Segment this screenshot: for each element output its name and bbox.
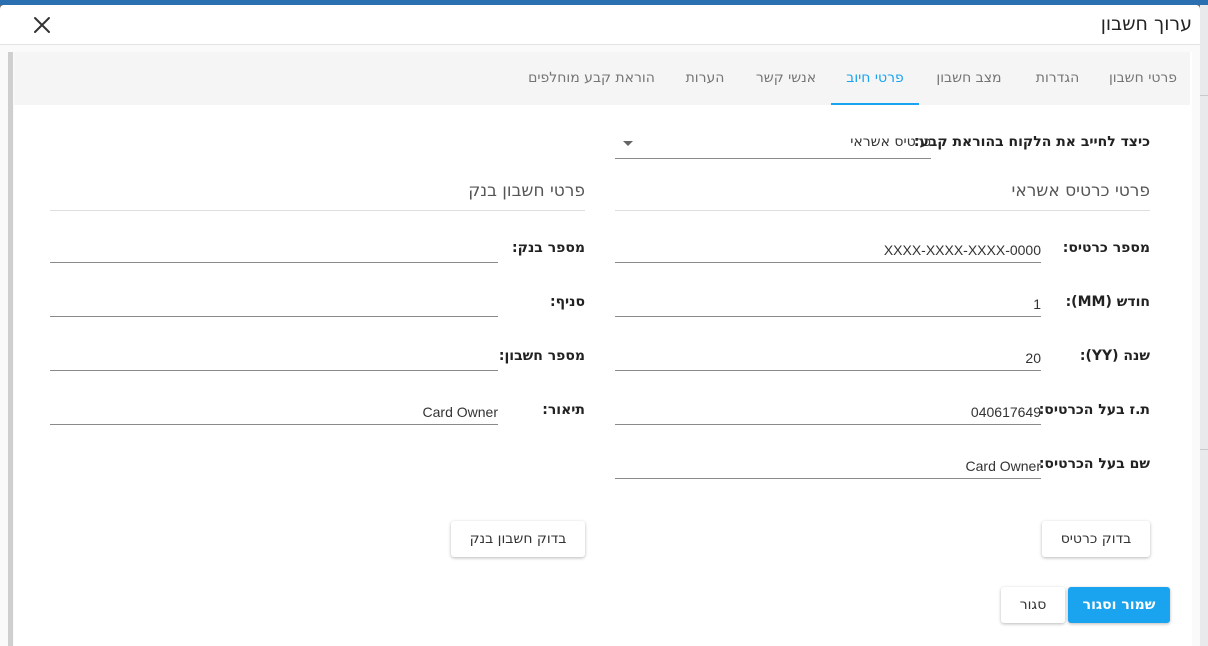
description-field[interactable] (50, 400, 498, 425)
branch-field[interactable] (50, 292, 498, 317)
bank-number-field[interactable] (50, 238, 498, 263)
year-input[interactable] (615, 346, 1041, 370)
bank-number-label: מספר בנק: (512, 240, 585, 256)
bank-section-title: פרטי חשבון בנק (468, 181, 585, 201)
tab-contacts[interactable]: אנשי קשר (741, 52, 831, 105)
tab-notes[interactable]: הערות (669, 52, 741, 105)
tab-settings[interactable]: הגדרות (1019, 52, 1096, 105)
owner-name-input[interactable] (615, 454, 1041, 478)
owner-name-field[interactable] (615, 454, 1041, 479)
tab-account-status[interactable]: מצב חשבון (919, 52, 1019, 105)
save-and-close-button[interactable]: שמור וסגור (1068, 587, 1170, 623)
account-number-field[interactable] (50, 346, 498, 371)
tab-replaced-standing-orders[interactable]: הוראת קבע מוחלפים (514, 52, 669, 105)
account-number-input[interactable] (50, 346, 498, 370)
credit-card-section-title: פרטי כרטיס אשראי (1011, 181, 1150, 201)
dialog-title: ערוך חשבון (1100, 13, 1192, 35)
branch-label: סניף: (549, 294, 585, 310)
close-dialog-button[interactable] (30, 13, 54, 37)
tab-billing-details[interactable]: פרטי חיוב (831, 52, 919, 105)
description-input[interactable] (50, 400, 498, 424)
dialog-header: ערוך חשבון (0, 5, 1200, 45)
edit-account-dialog: ערוך חשבון פרטי חשבון הגדרות מצב חשבון פ… (0, 5, 1200, 646)
owner-id-label: ת.ז בעל הכרטיס: (1038, 402, 1150, 418)
month-field[interactable] (615, 292, 1041, 317)
month-input[interactable] (615, 292, 1041, 316)
owner-id-input[interactable] (615, 400, 1041, 424)
owner-id-field[interactable] (615, 400, 1041, 425)
account-number-label: מספר חשבון: (498, 348, 585, 364)
check-card-button[interactable]: בדוק כרטיס (1042, 521, 1150, 557)
year-field[interactable] (615, 346, 1041, 371)
tab-account-details[interactable]: פרטי חשבון (1096, 52, 1190, 105)
card-number-field[interactable] (615, 238, 1041, 263)
charge-method-label: כיצד לחייב את הלקוח בהוראת קבע: (913, 134, 1150, 150)
bank-number-input[interactable] (50, 238, 498, 262)
month-label: חודש (MM): (1065, 294, 1150, 310)
background-divider (1200, 449, 1208, 450)
chevron-down-icon (623, 141, 633, 146)
tab-bar: פרטי חשבון הגדרות מצב חשבון פרטי חיוב אנ… (14, 52, 1190, 105)
charge-method-value: כרטיס אשראי (850, 134, 931, 150)
background-divider (1200, 95, 1208, 96)
credit-section-divider (615, 210, 1150, 211)
close-icon (34, 17, 50, 33)
check-bank-account-button[interactable]: בדוק חשבון בנק (451, 521, 585, 557)
billing-panel: פרטי חשבון הגדרות מצב חשבון פרטי חיוב אנ… (14, 52, 1192, 646)
background-page (1200, 5, 1208, 646)
branch-input[interactable] (50, 292, 498, 316)
card-number-label: מספר כרטיס: (1062, 240, 1150, 256)
scroll-edge (8, 52, 13, 646)
charge-method-select[interactable]: כרטיס אשראי (615, 130, 931, 159)
description-label: תיאור: (542, 402, 585, 418)
bank-section-divider (50, 210, 585, 211)
year-label: שנה (YY): (1079, 348, 1150, 364)
card-number-input[interactable] (615, 238, 1041, 262)
owner-name-label: שם בעל הכרטיס: (1038, 456, 1150, 472)
close-button[interactable]: סגור (1001, 587, 1065, 623)
